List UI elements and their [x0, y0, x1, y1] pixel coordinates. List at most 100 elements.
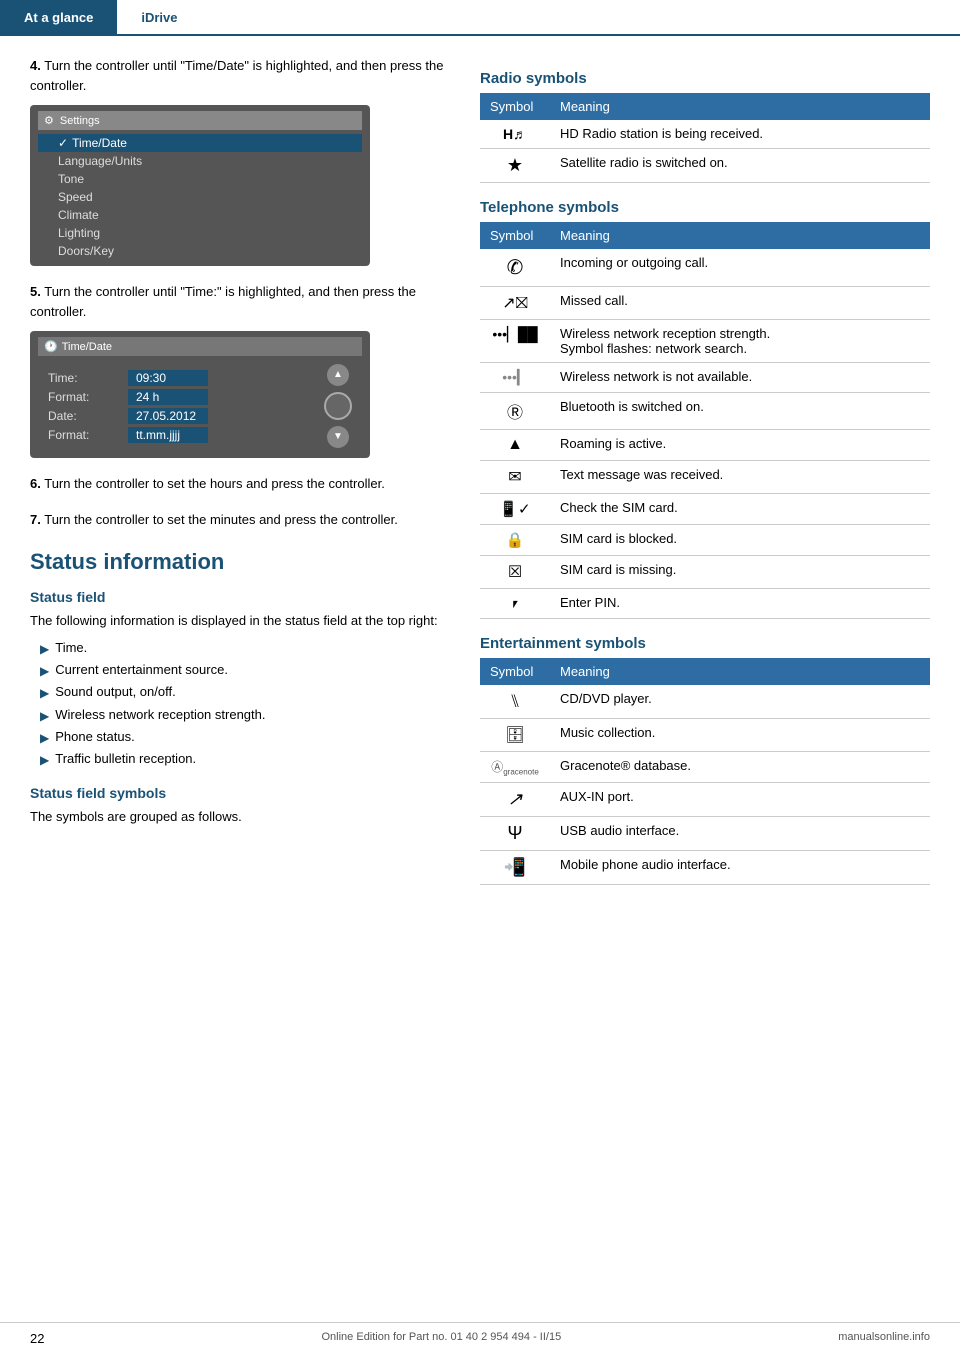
radio-table-header: Symbol Meaning	[480, 93, 930, 120]
entertainment-table-header: Symbol Meaning	[480, 658, 930, 685]
step-6-description: Turn the controller to set the hours and…	[44, 476, 385, 491]
status-field-list: ▶ Time. ▶ Current entertainment source. …	[40, 637, 450, 771]
entertainment-col-symbol: Symbol	[480, 658, 550, 685]
radio-symbols-heading: Radio symbols	[480, 70, 930, 87]
list-item-wireless: ▶ Wireless network reception strength.	[40, 704, 450, 726]
step-7-text: 7. Turn the controller to set the minute…	[30, 510, 450, 530]
telephone-col-meaning: Meaning	[550, 222, 930, 249]
tel-sym-roaming: ▲	[480, 430, 550, 461]
tel-meaning-roaming: Roaming is active.	[550, 430, 930, 461]
footer-site: manualsonline.info	[838, 1331, 930, 1346]
table-row: ★ Satellite radio is switched on.	[480, 149, 930, 183]
radio-symbols-table: Symbol Meaning H♬ HD Radio station is be…	[480, 93, 930, 183]
step-4-number: 4.	[30, 58, 41, 73]
telephone-col-symbol: Symbol	[480, 222, 550, 249]
telephone-symbols-table: Symbol Meaning ✆ Incoming or outgoing ca…	[480, 222, 930, 619]
nav-up-arrow[interactable]: ▲	[327, 364, 349, 386]
step-7-description: Turn the controller to set the minutes a…	[44, 512, 398, 527]
radio-col-meaning: Meaning	[550, 93, 930, 120]
telephone-symbols-heading: Telephone symbols	[480, 199, 930, 216]
tel-sym-pin: ⎖	[480, 589, 550, 619]
radio-meaning-satellite: Satellite radio is switched on.	[550, 149, 930, 183]
telephone-table-header: Symbol Meaning	[480, 222, 930, 249]
left-column: 4. Turn the controller until "Time/Date"…	[30, 56, 450, 901]
step-5: 5. Turn the controller until "Time:" is …	[30, 282, 450, 458]
bullet-arrow-3: ▶	[40, 683, 49, 703]
table-row: H♬ HD Radio station is being received.	[480, 120, 930, 149]
table-row: 🔒 SIM card is blocked.	[480, 525, 930, 556]
tab-idrive[interactable]: iDrive	[117, 0, 201, 34]
status-information-heading: Status information	[30, 549, 450, 575]
main-content: 4. Turn the controller until "Time/Date"…	[0, 36, 960, 921]
ent-sym-usb: Ψ	[480, 817, 550, 851]
step-6-number: 6.	[30, 476, 41, 491]
footer-online-text: Online Edition for Part no. 01 40 2 954 …	[322, 1331, 562, 1346]
table-row: Ⓡ Bluetooth is switched on.	[480, 393, 930, 430]
page-number: 22	[30, 1331, 44, 1346]
ent-meaning-gracenote: Gracenote® database.	[550, 752, 930, 783]
status-field-subheading: Status field	[30, 589, 450, 605]
nav-down-arrow[interactable]: ▼	[327, 426, 349, 448]
radio-sym-hd: H♬	[480, 120, 550, 149]
right-column: Radio symbols Symbol Meaning H♬ HD Radio…	[480, 56, 930, 901]
table-row: Ⓐgracenote Gracenote® database.	[480, 752, 930, 783]
table-row: 🗄 Music collection.	[480, 719, 930, 752]
ent-meaning-cd: CD/DVD player.	[550, 685, 930, 719]
tel-sym-bluetooth: Ⓡ	[480, 393, 550, 430]
timedate-row-format1: Format: 24 h	[38, 389, 324, 405]
settings-item-climate: Climate	[38, 206, 362, 224]
ent-meaning-music: Music collection.	[550, 719, 930, 752]
ent-sym-music: 🗄	[480, 719, 550, 752]
step-4: 4. Turn the controller until "Time/Date"…	[30, 56, 450, 266]
controller-knob	[324, 392, 352, 420]
timedate-title-text: Time/Date	[62, 341, 112, 353]
ent-sym-aux: ↗	[480, 783, 550, 817]
bullet-arrow-2: ▶	[40, 661, 49, 681]
tel-sym-strength: •••▏██	[480, 320, 550, 363]
table-row: 📱✓ Check the SIM card.	[480, 494, 930, 525]
table-row: ✆ Incoming or outgoing call.	[480, 249, 930, 287]
list-item-phone: ▶ Phone status.	[40, 726, 450, 748]
table-row: ✉ Text message was received.	[480, 461, 930, 494]
bullet-arrow-4: ▶	[40, 706, 49, 726]
status-field-symbols-subheading: Status field symbols	[30, 785, 450, 801]
table-row: ↗ AUX-IN port.	[480, 783, 930, 817]
table-row: Ψ USB audio interface.	[480, 817, 930, 851]
step-4-text: 4. Turn the controller until "Time/Date"…	[30, 56, 450, 95]
tel-meaning-sim-blocked: SIM card is blocked.	[550, 525, 930, 556]
bullet-arrow-5: ▶	[40, 728, 49, 748]
list-item-sound: ▶ Sound output, on/off.	[40, 681, 450, 703]
step-6-text: 6. Turn the controller to set the hours …	[30, 474, 450, 494]
step-5-number: 5.	[30, 284, 41, 299]
step-4-description: Turn the controller until "Time/Date" is…	[30, 58, 443, 93]
settings-screen-mockup: ⚙ Settings ✓ Time/Date Language/Units To…	[30, 105, 370, 266]
entertainment-symbols-heading: Entertainment symbols	[480, 635, 930, 652]
tel-sym-sim-check: 📱✓	[480, 494, 550, 525]
table-row: 📲 Mobile phone audio interface.	[480, 851, 930, 885]
step-5-text: 5. Turn the controller until "Time:" is …	[30, 282, 450, 321]
table-row: ▲ Roaming is active.	[480, 430, 930, 461]
timedate-row-format2: Format: tt.mm.jjjj	[38, 427, 324, 443]
settings-item-doors: Doors/Key	[38, 242, 362, 260]
entertainment-symbols-table: Symbol Meaning ⑊ CD/DVD player. 🗄 Music …	[480, 658, 930, 885]
tab-at-a-glance[interactable]: At a glance	[0, 0, 117, 34]
gear-icon: ⚙	[44, 114, 54, 127]
tel-meaning-bluetooth: Bluetooth is switched on.	[550, 393, 930, 430]
settings-item-tone: Tone	[38, 170, 362, 188]
radio-col-symbol: Symbol	[480, 93, 550, 120]
ent-sym-cd: ⑊	[480, 685, 550, 719]
timedate-row-time: Time: 09:30	[38, 370, 324, 386]
status-field-symbols-text: The symbols are grouped as follows.	[30, 807, 450, 827]
timedate-row-date: Date: 27.05.2012	[38, 408, 324, 424]
table-row: ☒ SIM card is missing.	[480, 556, 930, 589]
list-item-traffic: ▶ Traffic bulletin reception.	[40, 748, 450, 770]
timedate-screen-mockup: 🕐 Time/Date Time: 09:30 Format: 24 h	[30, 331, 370, 458]
step-5-description: Turn the controller until "Time:" is hig…	[30, 284, 416, 319]
header-tabs: At a glance iDrive	[0, 0, 960, 36]
settings-item-language: Language/Units	[38, 152, 362, 170]
checkmark-icon: ✓	[58, 136, 68, 150]
entertainment-col-meaning: Meaning	[550, 658, 930, 685]
bullet-arrow-6: ▶	[40, 750, 49, 770]
list-item-time: ▶ Time.	[40, 637, 450, 659]
tel-meaning-no-network: Wireless network is not available.	[550, 363, 930, 393]
